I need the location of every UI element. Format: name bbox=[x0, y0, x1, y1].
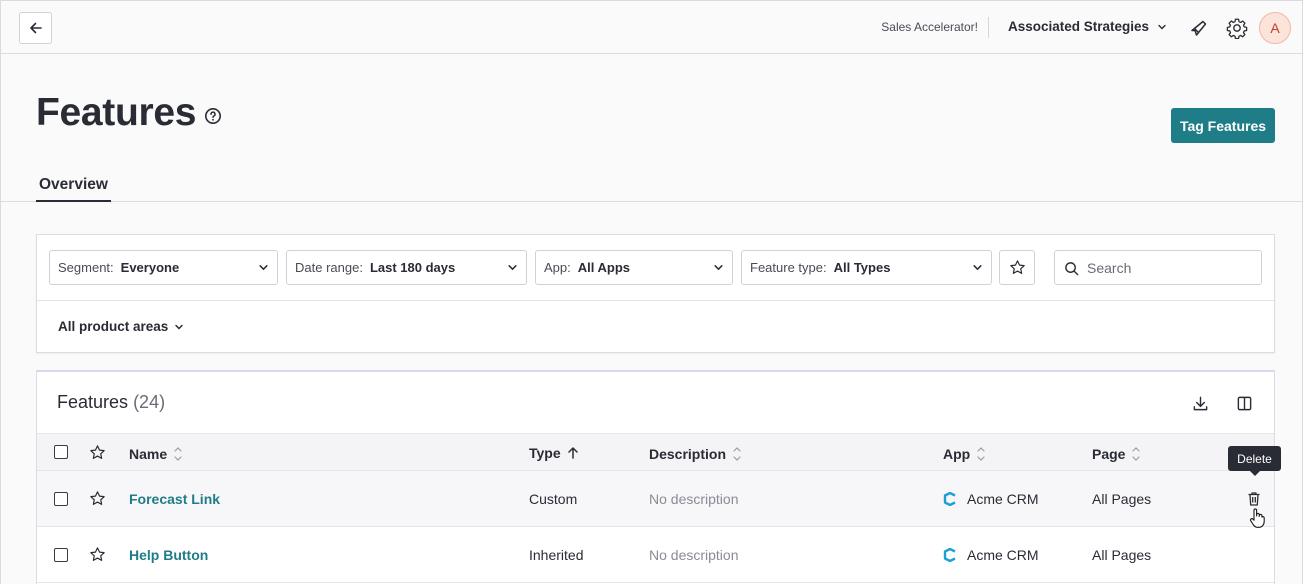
feature-app-name: Acme CRM bbox=[967, 547, 1039, 563]
chevron-down-icon bbox=[973, 265, 982, 271]
feature-page: All Pages bbox=[1092, 547, 1152, 563]
feature-name-link[interactable]: Forecast Link bbox=[129, 491, 220, 507]
column-header-app[interactable]: App bbox=[943, 445, 986, 463]
segment-label: Segment: bbox=[58, 260, 114, 275]
table-title-text: Features bbox=[57, 392, 129, 412]
avatar[interactable]: A bbox=[1259, 12, 1291, 44]
tag-features-button[interactable]: Tag Features bbox=[1171, 108, 1275, 143]
announcement-button[interactable] bbox=[1187, 16, 1211, 40]
feature-app-name: Acme CRM bbox=[967, 491, 1039, 507]
table-row[interactable]: Help Button Inherited No description Acm… bbox=[37, 527, 1274, 583]
chevron-down-icon bbox=[1158, 24, 1166, 29]
back-button[interactable] bbox=[19, 12, 52, 44]
column-header-description[interactable]: Description bbox=[649, 445, 742, 463]
arrow-left-icon bbox=[29, 22, 42, 34]
download-button[interactable] bbox=[1189, 392, 1211, 414]
column-type-label: Type bbox=[529, 445, 561, 461]
segment-dropdown[interactable]: Segment: Everyone bbox=[49, 250, 278, 285]
sort-icon bbox=[977, 447, 985, 461]
column-description-label: Description bbox=[649, 446, 727, 462]
trash-icon[interactable] bbox=[1247, 491, 1261, 507]
app-switcher[interactable]: Associated Strategies bbox=[1008, 19, 1167, 34]
feature-description: No description bbox=[649, 491, 739, 507]
delete-tooltip: Delete bbox=[1228, 446, 1281, 476]
star-icon bbox=[1009, 260, 1025, 274]
download-icon bbox=[1193, 396, 1207, 410]
tab-bar: Overview bbox=[1, 166, 1302, 202]
column-header-name[interactable]: Name bbox=[129, 445, 183, 463]
topbar-divider bbox=[988, 17, 989, 38]
sort-icon bbox=[733, 447, 741, 461]
date-range-dropdown[interactable]: Date range: Last 180 days bbox=[286, 250, 527, 285]
help-icon[interactable] bbox=[204, 107, 222, 125]
saved-filters-button[interactable] bbox=[999, 250, 1035, 285]
search-box[interactable] bbox=[1054, 250, 1262, 285]
columns-icon bbox=[1237, 396, 1251, 410]
table-header: Name Type Description App Page bbox=[37, 433, 1274, 471]
product-areas-label: All product areas bbox=[58, 319, 169, 334]
feature-count: (24) bbox=[133, 392, 166, 412]
column-app-label: App bbox=[943, 446, 971, 462]
app-switcher-label: Associated Strategies bbox=[1008, 19, 1150, 34]
table-row[interactable]: Forecast Link Custom No description Acme… bbox=[37, 471, 1274, 527]
megaphone-icon bbox=[1191, 20, 1207, 36]
chevron-down-icon bbox=[175, 324, 184, 330]
filters-panel: Segment: Everyone Date range: Last 180 d… bbox=[36, 234, 1275, 353]
segment-value: Everyone bbox=[120, 260, 180, 275]
filter-divider bbox=[37, 300, 1274, 301]
feature-description: No description bbox=[649, 547, 739, 563]
feature-page: All Pages bbox=[1092, 491, 1152, 507]
feature-type-value: All Types bbox=[833, 260, 891, 275]
hand-cursor-icon bbox=[1249, 508, 1265, 528]
feature-app: Acme CRM bbox=[943, 547, 1039, 563]
select-all-checkbox[interactable] bbox=[54, 445, 68, 459]
chevron-down-icon bbox=[508, 265, 517, 271]
date-range-value: Last 180 days bbox=[369, 260, 456, 275]
column-header-type[interactable]: Type bbox=[529, 445, 579, 461]
table-title: Features (24) bbox=[57, 392, 165, 413]
search-input[interactable] bbox=[1087, 259, 1247, 276]
star-icon[interactable] bbox=[89, 490, 106, 507]
app-logo-icon bbox=[943, 548, 956, 562]
app-window: Sales Accelerator! Associated Strategies… bbox=[0, 0, 1303, 584]
row-checkbox[interactable] bbox=[54, 492, 68, 506]
date-range-label: Date range: bbox=[295, 260, 363, 275]
feature-type-dropdown[interactable]: Feature type: All Types bbox=[741, 250, 992, 285]
search-icon bbox=[1065, 262, 1079, 276]
app-logo-icon bbox=[943, 492, 956, 506]
feature-type-label: Feature type: bbox=[750, 260, 827, 275]
star-icon[interactable] bbox=[89, 444, 106, 461]
feature-app: Acme CRM bbox=[943, 491, 1039, 507]
row-checkbox[interactable] bbox=[54, 548, 68, 562]
column-page-label: Page bbox=[1092, 446, 1126, 462]
columns-button[interactable] bbox=[1233, 392, 1255, 414]
tab-overview[interactable]: Overview bbox=[36, 176, 111, 202]
chevron-down-icon bbox=[259, 265, 268, 271]
feature-name-link[interactable]: Help Button bbox=[129, 547, 208, 563]
column-header-page[interactable]: Page bbox=[1092, 445, 1141, 463]
product-areas-dropdown[interactable]: All product areas bbox=[58, 319, 184, 334]
arrow-up-icon bbox=[567, 447, 578, 459]
star-icon[interactable] bbox=[89, 546, 106, 563]
subscription-name[interactable]: Sales Accelerator! bbox=[881, 20, 978, 34]
app-filter-label: App: bbox=[544, 260, 571, 275]
sort-icon bbox=[174, 447, 182, 461]
gear-icon bbox=[1226, 18, 1248, 39]
feature-type: Inherited bbox=[529, 547, 584, 563]
app-filter-value: All Apps bbox=[577, 260, 630, 275]
settings-button[interactable] bbox=[1225, 16, 1249, 40]
top-bar: Sales Accelerator! Associated Strategies… bbox=[1, 1, 1302, 54]
app-dropdown[interactable]: App: All Apps bbox=[535, 250, 733, 285]
sort-icon bbox=[1132, 447, 1141, 461]
chevron-down-icon bbox=[714, 265, 723, 271]
page-title: Features bbox=[36, 91, 197, 134]
column-name-label: Name bbox=[129, 446, 168, 462]
features-table-card: Features (24) Name Type Description App … bbox=[36, 370, 1275, 584]
feature-type: Custom bbox=[529, 491, 578, 507]
